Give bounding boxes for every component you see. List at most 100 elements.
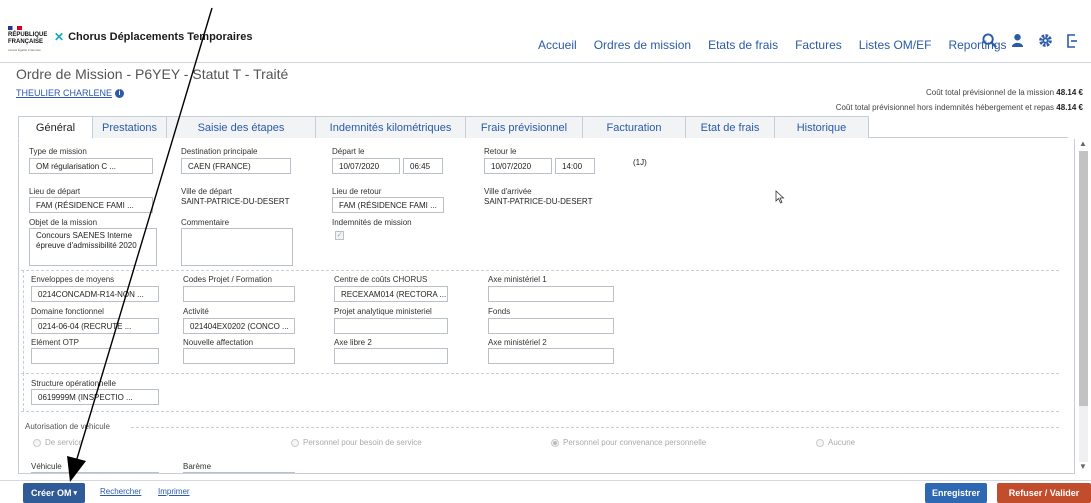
nav-etats-de-frais[interactable]: Etats de frais [708,38,778,52]
ville-arrivee-label: Ville d'arrivée [484,187,532,196]
form-scrollbar[interactable]: ▲ ▼ [1075,139,1091,474]
lieu-retour-field[interactable]: FAM (RÉSIDENCE FAMI ... [332,197,444,213]
bareme-label: Barème [183,462,212,471]
axe-min1-label: Axe ministériel 1 [488,275,547,284]
tab-general[interactable]: Général [18,116,93,139]
main-nav: Accueil Ordres de mission Etats de frais… [538,38,1024,52]
destination-label: Destination principale [181,147,258,156]
axe-min2-field[interactable] [488,348,614,364]
tab-prestations[interactable]: Prestations [92,116,167,138]
indemnites-label: Indemnités de mission [332,218,412,227]
save-button[interactable]: Enregistrer [925,483,987,503]
header-separator [0,62,1091,63]
nav-ordres-de-mission[interactable]: Ordres de mission [594,38,691,52]
axe-min2-label: Axe ministériel 2 [488,338,547,347]
vehicule-field[interactable] [31,472,159,473]
element-otp-label: Elément OTP [31,338,80,347]
create-om-button[interactable]: Créer OM ▾ [23,483,85,503]
objet-field[interactable]: Concours SAENES Interne épreuve d'admiss… [29,228,157,266]
tab-historique[interactable]: Historique [774,116,869,138]
codes-projet-field[interactable] [183,286,295,302]
chorus-logo-icon: ✕ [54,30,65,44]
structure-label: Structure opérationnelle [31,379,116,388]
app-title[interactable]: ✕ Chorus Déplacements Temporaires [54,30,252,44]
nouvelle-affectation-field[interactable] [183,348,295,364]
destination-field[interactable]: CAEN (FRANCE) [181,158,291,174]
user-link[interactable]: THEULIER CHARLENE i [16,88,125,98]
nav-accueil[interactable]: Accueil [538,38,577,52]
enveloppes-field[interactable]: 0214CONCADM-R14-NON ... [31,286,159,302]
flag-icon [8,26,22,30]
print-link[interactable]: Imprimer [158,487,190,496]
domaine-field[interactable]: 0214-06-04 (RECRUTE ... [31,318,159,334]
tab-saisie-etapes[interactable]: Saisie des étapes [166,116,316,138]
objet-label: Objet de la mission [29,218,98,227]
radio-convenance-label: Personnel pour convenance personnelle [563,438,707,447]
tab-frais-previsionnel[interactable]: Frais prévisionnel [465,116,583,138]
fonds-field[interactable] [488,318,614,334]
tab-bar: Général Prestations Saisie des étapes In… [18,116,1068,139]
depart-date-field[interactable]: 10/07/2020 [332,158,400,174]
activite-field[interactable]: 021404EX0202 (CONCO ... [183,318,295,334]
ville-arrivee-value: SAINT-PATRICE-DU-DESERT [484,197,593,206]
depart-label: Départ le [332,147,365,156]
logout-icon[interactable] [1067,33,1077,48]
element-otp-field[interactable] [31,348,159,364]
indemnites-checkbox[interactable]: ✓ [335,231,344,240]
activite-label: Activité [183,307,209,316]
scroll-down-icon[interactable]: ▼ [1079,462,1087,471]
depart-time-field[interactable]: 06:45 [403,158,443,174]
centre-couts-field[interactable]: RECEXAM014 (RECTORA ... [334,286,448,302]
retour-time-field[interactable]: 14:00 [555,158,595,174]
projet-analytique-label: Projet analytique ministeriel [334,307,432,316]
radio-aucune[interactable]: Aucune [816,438,855,447]
logo-line2: FRANÇAISE [8,39,44,45]
commentaire-label: Commentaire [181,218,230,227]
domaine-label: Domaine fonctionnel [31,307,104,316]
lieu-depart-field[interactable]: FAM (RÉSIDENCE FAMI ... [29,197,153,213]
tab-facturation[interactable]: Facturation [582,116,686,138]
info-icon[interactable]: i [115,88,125,98]
radio-de-service-label: De service [45,438,83,447]
section-divider-3 [21,411,1059,412]
section-divider-1 [21,270,1059,271]
retour-label: Retour le [484,147,517,156]
radio-de-service[interactable]: De service [33,438,83,447]
app-name-label: Chorus Déplacements Temporaires [68,31,253,43]
radio-besoin-service[interactable]: Personnel pour besoin de service [291,438,422,447]
nav-factures[interactable]: Factures [795,38,842,52]
scroll-up-icon[interactable]: ▲ [1079,139,1087,148]
radio-besoin-service-label: Personnel pour besoin de service [303,438,422,447]
search-icon[interactable] [982,33,997,48]
gear-icon[interactable] [1038,33,1053,48]
section-left-border-1 [23,270,24,374]
projet-analytique-field[interactable] [334,318,448,334]
user-icon[interactable] [1011,33,1024,48]
type-mission-field[interactable]: OM régularisation C ... [29,158,153,174]
ville-depart-label: Ville de départ [181,187,232,196]
autorisation-divider [131,427,1059,428]
bareme-field[interactable] [183,472,295,473]
duration-text: (1J) [633,158,647,167]
scrollbar-thumb[interactable] [1079,151,1088,406]
tab-etat-de-frais[interactable]: Etat de frais [685,116,775,138]
codes-projet-label: Codes Projet / Formation [183,275,272,284]
search-link[interactable]: Rechercher [100,487,141,496]
axe-min1-field[interactable] [488,286,614,302]
radio-dot [291,438,299,447]
fonds-label: Fonds [488,307,511,316]
radio-convenance-personnelle[interactable]: Personnel pour convenance personnelle [551,438,706,447]
retour-date-field[interactable]: 10/07/2020 [484,158,552,174]
tab-indemnites-km[interactable]: Indemnités kilométriques [315,116,466,138]
type-mission-label: Type de mission [29,147,87,156]
user-name[interactable]: THEULIER CHARLENE [16,88,112,98]
autorisation-label: Autorisation de véhicule [25,422,110,431]
commentaire-field[interactable] [181,228,293,266]
nav-listes-om-ef[interactable]: Listes OM/EF [859,38,932,52]
nouvelle-affectation-label: Nouvelle affectation [183,338,254,347]
vehicule-label: Véhicule [31,462,62,471]
axe-libre2-field[interactable] [334,348,448,364]
caret-down-icon: ▾ [73,490,78,497]
structure-field[interactable]: 0619999M (INSPECTIO ... [31,389,159,405]
refuse-validate-button[interactable]: Refuser / Valider [997,483,1091,503]
